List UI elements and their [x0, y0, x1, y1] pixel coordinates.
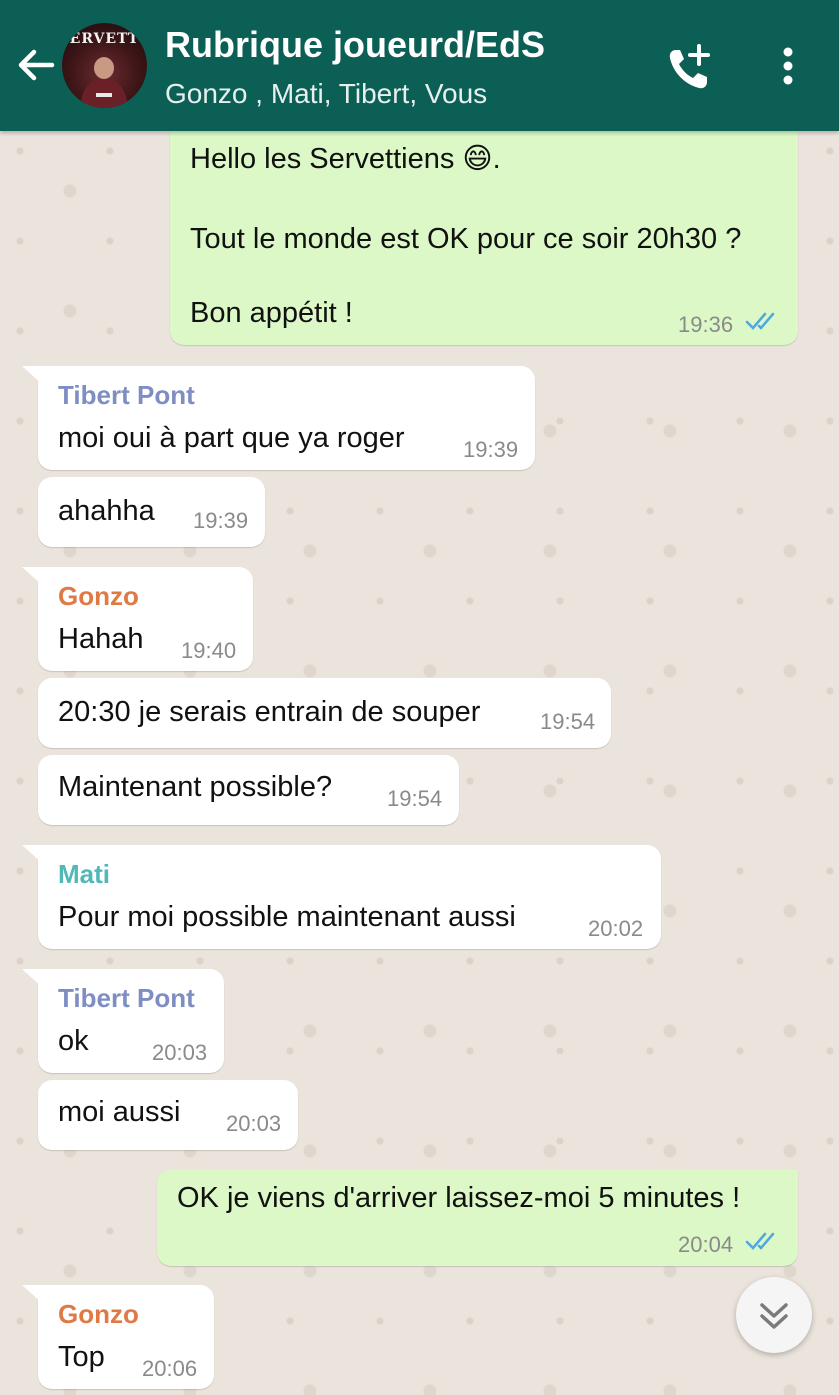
message-text: Bon appétit !: [190, 297, 353, 329]
message-text: ok: [58, 1025, 89, 1057]
message-bubble-incoming[interactable]: Gonzo Hahah 19:40: [22, 567, 253, 671]
message-bubble-incoming[interactable]: ahahha 19:39: [38, 477, 265, 547]
message-time: 20:04: [678, 1232, 734, 1257]
message-text: ahahha: [58, 495, 155, 527]
message-text: Tout le monde est OK pour ce soir 20h30 …: [190, 223, 742, 255]
scroll-to-bottom-button[interactable]: [736, 1277, 812, 1353]
chat-header: ERVETT Rubrique joueurd/EdS Gonzo , Mati…: [0, 0, 839, 131]
message-bubble-incoming[interactable]: moi aussi 20:03: [38, 1080, 298, 1150]
double-chevron-down-icon: [760, 1303, 788, 1329]
chat-participants[interactable]: Gonzo , Mati, Tibert, Vous: [165, 78, 487, 110]
message-time: 20:02: [588, 916, 644, 941]
message-text: Maintenant possible?: [58, 771, 333, 803]
sender-name: Gonzo: [58, 1299, 139, 1329]
read-receipt-icon: [745, 1232, 775, 1250]
message-time: 19:39: [193, 508, 249, 533]
message-bubble-incoming[interactable]: Gonzo Top 20:06: [22, 1285, 214, 1389]
message-text: 20:30 je serais entrain de souper: [58, 696, 481, 728]
message-bubble-incoming[interactable]: Mati Pour moi possible maintenant aussi …: [22, 845, 661, 949]
sender-name: Mati: [58, 859, 110, 889]
message-time: 20:03: [226, 1111, 282, 1136]
add-call-button[interactable]: [662, 40, 718, 96]
message-text: Hello les Servettiens 😄.: [190, 143, 501, 175]
message-time: 20:06: [142, 1356, 198, 1381]
message-bubble-outgoing[interactable]: OK je viens d'arriver laissez-moi 5 minu…: [157, 1170, 798, 1266]
message-time: 19:54: [540, 709, 596, 734]
message-text: Hahah: [58, 623, 144, 655]
message-list[interactable]: Hello les Servettiens 😄. Tout le monde e…: [0, 131, 839, 1395]
message-text: Pour moi possible maintenant aussi: [58, 901, 516, 933]
message-text: moi oui à part que ya roger: [58, 422, 405, 454]
message-text: Top: [58, 1341, 105, 1373]
message-bubble-incoming[interactable]: 20:30 je serais entrain de souper 19:54: [38, 678, 611, 748]
message-time: 19:36: [678, 312, 734, 337]
more-options-button[interactable]: [770, 40, 806, 96]
more-vertical-icon: [783, 47, 793, 85]
sender-name: Tibert Pont: [58, 380, 195, 410]
chat-title[interactable]: Rubrique joueurd/EdS: [165, 24, 545, 66]
message-text: moi aussi: [58, 1096, 181, 1128]
avatar-figure: [80, 57, 128, 108]
message-bubble-incoming[interactable]: Tibert Pont ok 20:03: [22, 969, 224, 1073]
back-button[interactable]: [10, 40, 60, 90]
message-time: 19:54: [387, 786, 443, 811]
read-receipt-icon: [745, 312, 775, 330]
sender-name: Tibert Pont: [58, 983, 195, 1013]
group-avatar[interactable]: ERVETT: [62, 23, 147, 108]
message-time: 19:40: [181, 638, 237, 663]
add-call-icon: [669, 44, 710, 89]
sender-name: Gonzo: [58, 581, 139, 611]
arrow-left-icon: [18, 49, 55, 81]
message-time: 20:03: [152, 1040, 208, 1065]
message-bubble-incoming[interactable]: Maintenant possible? 19:54: [38, 755, 459, 825]
message-time: 19:39: [463, 437, 519, 462]
message-text: OK je viens d'arriver laissez-moi 5 minu…: [177, 1182, 741, 1214]
message-bubble-outgoing[interactable]: Hello les Servettiens 😄. Tout le monde e…: [170, 131, 798, 345]
message-bubble-incoming[interactable]: Tibert Pont moi oui à part que ya roger …: [22, 366, 535, 470]
